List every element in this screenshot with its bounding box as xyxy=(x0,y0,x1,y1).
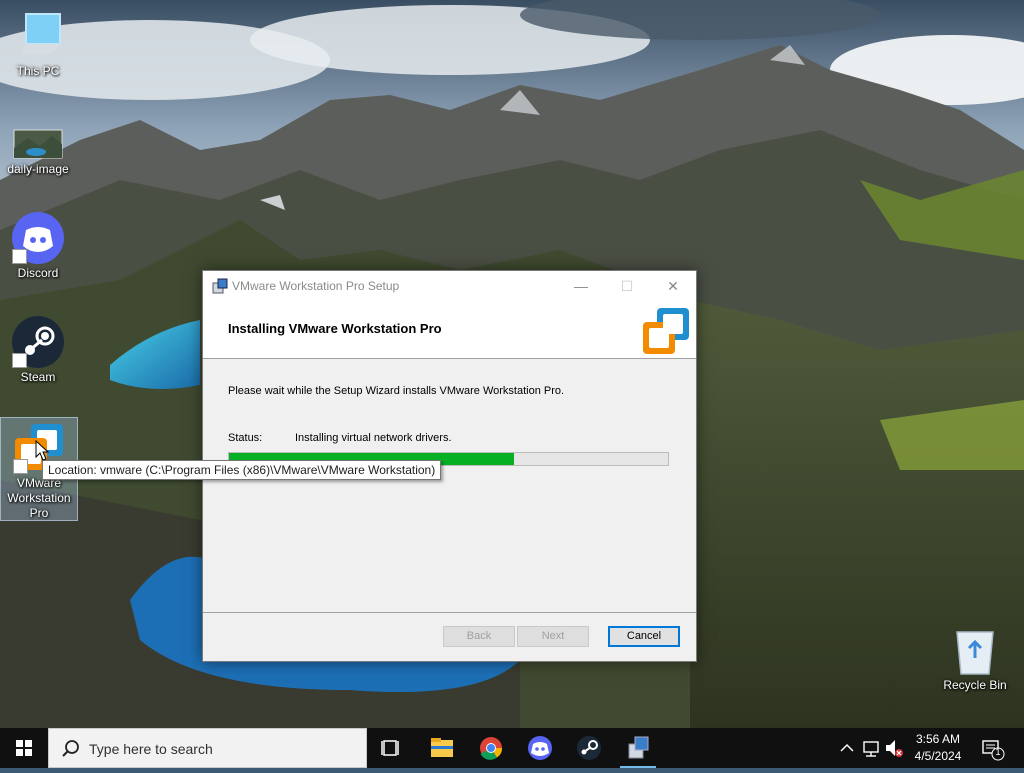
vmware-logo-icon xyxy=(643,308,689,354)
wizard-body: Please wait while the Setup Wizard insta… xyxy=(203,359,696,613)
taskbar-steam[interactable] xyxy=(565,728,613,768)
discord-icon xyxy=(12,212,64,264)
clock-date: 4/5/2024 xyxy=(914,749,962,763)
shortcut-arrow-icon xyxy=(12,353,27,368)
desktop-icon-label: Discord xyxy=(17,266,59,280)
network-icon xyxy=(863,741,879,757)
show-desktop-button[interactable] xyxy=(1016,728,1024,768)
taskbar-discord[interactable] xyxy=(516,728,564,768)
monitor-icon xyxy=(12,10,64,62)
next-button[interactable]: Next xyxy=(517,626,589,647)
task-view-icon xyxy=(381,740,399,756)
network-status-button[interactable] xyxy=(860,728,882,768)
show-hidden-icons-button[interactable] xyxy=(838,728,856,768)
taskbar-clock[interactable]: 3:56 AM 4/5/2024 xyxy=(905,731,971,765)
notification-count-badge: 1 xyxy=(995,747,1001,757)
shortcut-arrow-icon xyxy=(13,459,28,474)
shortcut-arrow-icon xyxy=(12,249,27,264)
taskbar-chrome[interactable] xyxy=(467,728,515,768)
minimize-button[interactable]: — xyxy=(558,271,604,301)
back-button[interactable]: Back xyxy=(443,626,515,647)
close-button[interactable]: ✕ xyxy=(650,271,696,301)
window-titlebar[interactable]: VMware Workstation Pro Setup — ☐ ✕ xyxy=(203,271,696,301)
steam-icon xyxy=(577,736,601,760)
steam-icon xyxy=(12,316,64,368)
windows-logo-icon xyxy=(16,740,32,756)
installer-icon xyxy=(628,736,649,759)
location-tooltip: Location: vmware (C:\Program Files (x86)… xyxy=(42,460,442,480)
taskbar: Type here to search 3:56 AM 4/5/2024 1 xyxy=(0,728,1024,768)
wizard-banner: Installing VMware Workstation Pro xyxy=(203,301,696,359)
page-title: Installing VMware Workstation Pro xyxy=(228,321,442,336)
folder-icon xyxy=(431,738,453,757)
image-thumbnail-icon xyxy=(12,128,64,160)
desktop-icon-label: VMware Workstation Pro xyxy=(7,476,71,520)
discord-icon xyxy=(528,736,552,760)
speaker-muted-icon xyxy=(886,740,903,757)
recycle-bin-icon xyxy=(953,628,997,676)
taskbar-search-box[interactable]: Type here to search xyxy=(48,728,367,768)
search-icon xyxy=(62,740,79,757)
intro-text: Please wait while the Setup Wizard insta… xyxy=(228,385,565,397)
desktop-icon-daily-image[interactable]: daily-image xyxy=(0,128,76,177)
volume-button[interactable] xyxy=(883,728,905,768)
status-value: Installing virtual network drivers. xyxy=(295,432,452,444)
start-button[interactable] xyxy=(0,728,48,768)
desktop-icon-recycle-bin[interactable]: Recycle Bin xyxy=(935,628,1015,693)
clock-time: 3:56 AM xyxy=(915,732,961,746)
taskbar-file-explorer[interactable] xyxy=(418,728,466,768)
desktop-icon-label: Recycle Bin xyxy=(943,678,1007,692)
cancel-button[interactable]: Cancel xyxy=(608,626,680,647)
window-title: VMware Workstation Pro Setup xyxy=(232,279,400,293)
desktop-icon-label: This PC xyxy=(16,64,60,78)
action-center-button[interactable]: 1 xyxy=(978,728,1008,768)
mouse-cursor-icon xyxy=(35,440,49,461)
notification-icon xyxy=(982,740,1005,761)
chevron-up-icon xyxy=(840,743,854,752)
desktop-icon-discord[interactable]: Discord xyxy=(0,212,76,281)
desktop-icon-label: daily-image xyxy=(7,162,69,176)
maximize-button[interactable]: ☐ xyxy=(604,271,650,301)
installer-icon xyxy=(212,278,228,294)
status-label: Status: xyxy=(228,432,263,444)
desktop-icon-steam[interactable]: Steam xyxy=(0,316,76,385)
taskbar-vmware-setup[interactable] xyxy=(614,728,662,768)
search-placeholder: Type here to search xyxy=(89,741,213,757)
desktop-icon-this-pc[interactable]: This PC xyxy=(0,10,76,79)
task-view-button[interactable] xyxy=(367,728,415,768)
chrome-icon xyxy=(480,737,503,760)
desktop-icon-label: Steam xyxy=(20,370,56,384)
